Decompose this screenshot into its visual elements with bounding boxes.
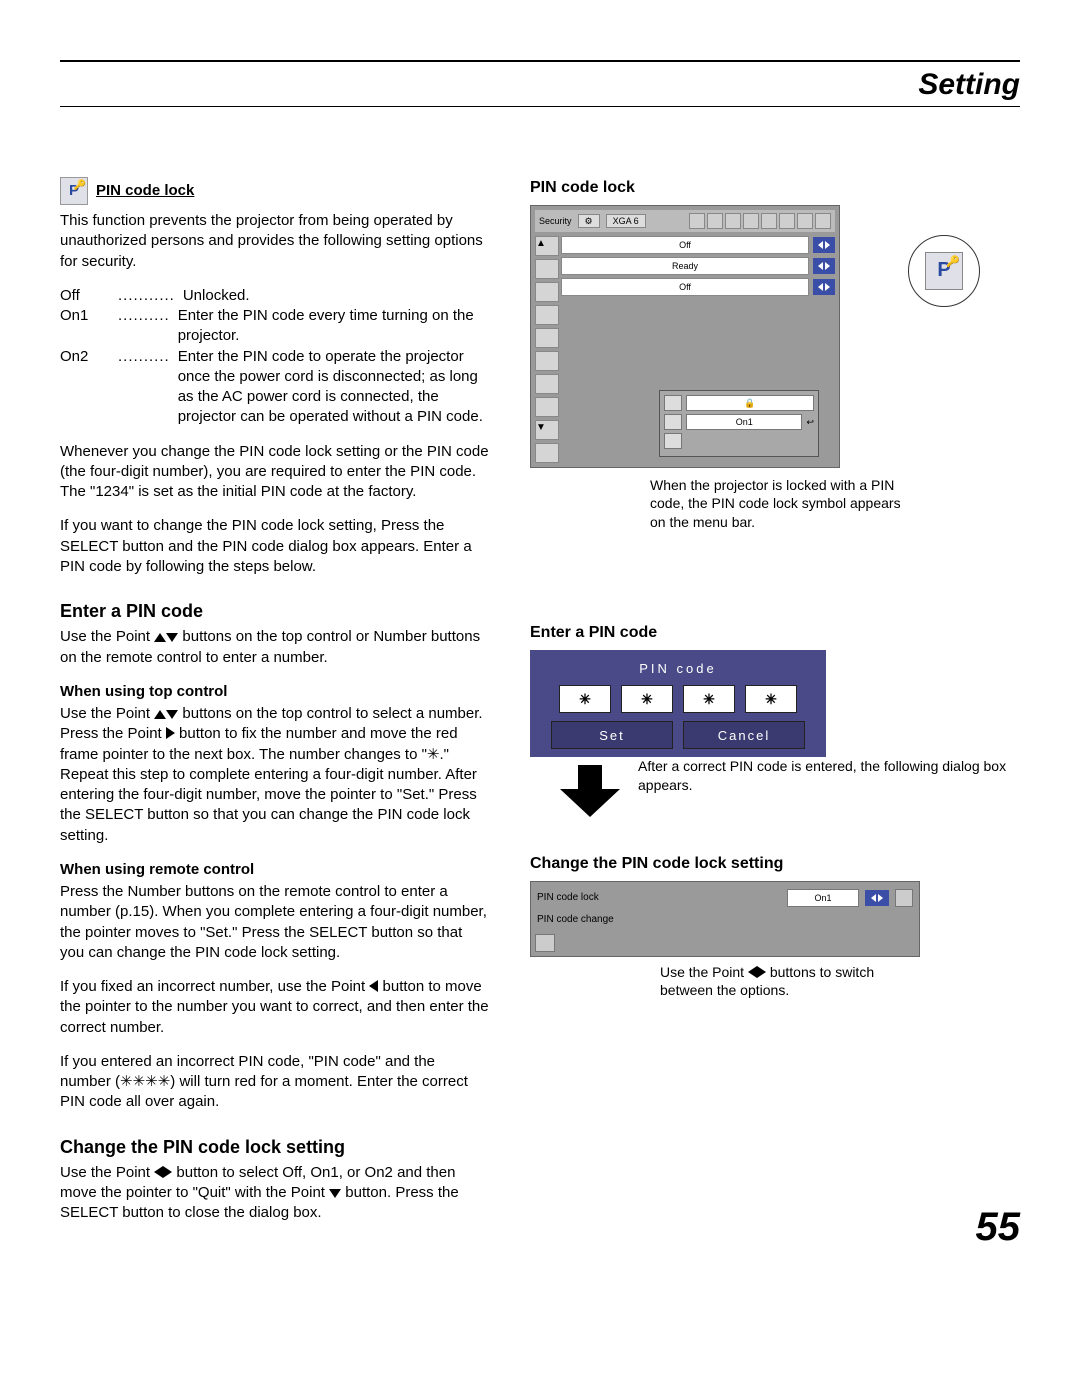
return-icon[interactable] <box>895 889 913 907</box>
side-icon <box>535 397 559 417</box>
side-icon <box>535 351 559 371</box>
toolbar-icon <box>743 213 759 229</box>
quit-icon <box>664 433 682 449</box>
menu-row-ready: Ready <box>561 257 809 275</box>
remote-control-heading: When using remote control <box>60 860 490 880</box>
pin-field-1[interactable]: ✳ <box>559 685 611 713</box>
pin-symbol-icon: P <box>925 252 963 290</box>
toolbar-icon <box>707 213 723 229</box>
side-icon <box>535 328 559 348</box>
pin-lock-heading: PIN code lock <box>96 181 194 201</box>
r-enter-pin-title: Enter a PIN code <box>530 622 1020 644</box>
remote-control-text: Press the Number buttons on the remote c… <box>60 882 490 963</box>
toolbar-icon <box>779 213 795 229</box>
para-dialog: If you want to change the PIN code lock … <box>60 516 490 577</box>
lr-arrows-icon <box>813 237 835 253</box>
left-column: P PIN code lock This function prevents t… <box>60 157 490 1238</box>
opt-off-desc: Unlocked. <box>175 286 490 306</box>
toolbar-icon <box>725 213 741 229</box>
side-icon <box>535 374 559 394</box>
opt-on1-term: On1 <box>60 306 118 347</box>
opt-on2-term: On2 <box>60 347 118 428</box>
lr-arrows-icon[interactable] <box>865 890 889 906</box>
r-pin-lock-title: PIN code lock <box>530 177 1020 199</box>
right-column: PIN code lock Security ⚙ XGA 6 <box>530 157 1020 1238</box>
pin-icon <box>664 414 682 430</box>
menu-icon: ⚙ <box>578 214 600 228</box>
switch-caption: Use the Point buttons to switch between … <box>660 963 920 1001</box>
intro-text: This function prevents the projector fro… <box>60 211 490 272</box>
wrong-text: If you entered an incorrect PIN code, "P… <box>60 1052 490 1113</box>
pin-lock-setting-dialog: PIN code lock On1 PIN code change <box>530 881 920 957</box>
enter-p1: Use the Point buttons on the top control… <box>60 627 490 668</box>
toolbar-pin-icon <box>815 213 831 229</box>
change-heading: Change the PIN code lock setting <box>60 1135 490 1159</box>
opt-off-term: Off <box>60 286 118 306</box>
pin-cancel-button[interactable]: Cancel <box>683 721 805 749</box>
top-control-heading: When using top control <box>60 682 490 702</box>
pin-dialog-title: PIN code <box>639 660 716 678</box>
pin-lock-icon: P <box>60 177 88 205</box>
toolbar-icon <box>689 213 705 229</box>
para-change: Whenever you change the PIN code lock se… <box>60 442 490 503</box>
pin-set-button[interactable]: Set <box>551 721 673 749</box>
submenu-on1: On1 <box>686 414 802 430</box>
quit-icon[interactable] <box>535 934 555 952</box>
opt-on1-desc: Enter the PIN code every time turning on… <box>170 306 490 347</box>
lock-row1-value[interactable]: On1 <box>787 889 859 907</box>
lock-row1-label: PIN code lock <box>537 891 781 905</box>
side-quit-icon <box>535 443 559 463</box>
down-arrow-icon <box>560 765 620 825</box>
toolbar-icon <box>797 213 813 229</box>
opt-on2-desc: Enter the PIN code to operate the projec… <box>170 347 490 428</box>
pin-field-4[interactable]: ✳ <box>745 685 797 713</box>
enter-pin-heading: Enter a PIN code <box>60 599 490 623</box>
pin-submenu: 🔒 On1↩ <box>659 390 819 457</box>
lr-arrows-icon <box>813 279 835 295</box>
after-caption: After a correct PIN code is entered, the… <box>638 757 1020 795</box>
menu-row-off2: Off <box>561 278 809 296</box>
lr-arrows-icon <box>813 258 835 274</box>
pin-field-3[interactable]: ✳ <box>683 685 735 713</box>
lock-icon <box>664 395 682 411</box>
top-control-text: Use the Point buttons on the top control… <box>60 704 490 846</box>
lock-caption: When the projector is locked with a PIN … <box>650 476 910 533</box>
pin-code-dialog: PIN code ✳ ✳ ✳ ✳ Set Cancel <box>530 650 826 758</box>
side-down-icon: ▼ <box>535 420 559 440</box>
side-icon <box>535 259 559 279</box>
pin-symbol-callout: P <box>908 235 980 307</box>
side-up-icon: ▲ <box>535 236 559 256</box>
side-icon <box>535 282 559 302</box>
security-menu-screenshot: Security ⚙ XGA 6 <box>530 205 840 468</box>
toolbar-icon <box>761 213 777 229</box>
pin-field-2[interactable]: ✳ <box>621 685 673 713</box>
change-text: Use the Point button to select Off, On1,… <box>60 1163 490 1224</box>
menu-row-off: Off <box>561 236 809 254</box>
menu-security-label: Security <box>539 215 572 227</box>
fix-text: If you fixed an incorrect number, use th… <box>60 977 490 1038</box>
side-icon <box>535 305 559 325</box>
section-title: Setting <box>60 68 1020 102</box>
page-number: 55 <box>976 1205 1021 1250</box>
submenu-row: 🔒 <box>686 395 814 411</box>
lock-row2-label: PIN code change <box>537 913 913 927</box>
r-change-title: Change the PIN code lock setting <box>530 853 1020 875</box>
menu-mode-chip: XGA 6 <box>606 214 646 228</box>
